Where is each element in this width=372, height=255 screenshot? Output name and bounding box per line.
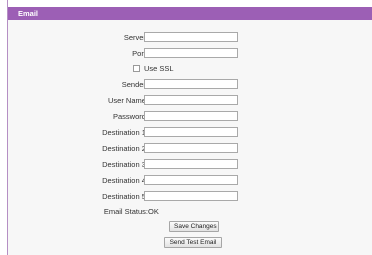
server-row: Server: xyxy=(8,32,372,44)
destination-1-row: Destination 1: xyxy=(8,127,372,139)
destination-1-input[interactable] xyxy=(144,127,238,137)
port-input[interactable] xyxy=(144,48,238,58)
destination-5-label: Destination 5: xyxy=(102,192,148,201)
destination-5-input[interactable] xyxy=(144,191,238,201)
save-changes-button[interactable]: Save Changes xyxy=(169,221,219,232)
email-form: Server: Port: Use SSL Sender: User Name:… xyxy=(8,20,372,255)
destination-1-label: Destination 1: xyxy=(102,128,148,137)
destination-3-input[interactable] xyxy=(144,159,238,169)
username-row: User Name: xyxy=(8,95,372,107)
destination-3-row: Destination 3: xyxy=(8,159,372,171)
password-input[interactable] xyxy=(144,111,238,121)
destination-2-input[interactable] xyxy=(144,143,238,153)
email-status-label: Email Status: xyxy=(103,207,148,216)
email-status-value: OK xyxy=(148,207,159,216)
sender-row: Sender: xyxy=(8,79,372,91)
port-row: Port: xyxy=(8,48,372,60)
username-label: User Name: xyxy=(107,96,148,105)
destination-2-row: Destination 2: xyxy=(8,143,372,155)
password-row: Password: xyxy=(8,111,372,123)
sender-input[interactable] xyxy=(144,79,238,89)
server-input[interactable] xyxy=(144,32,238,42)
use-ssl-checkbox[interactable] xyxy=(133,65,140,72)
destination-5-row: Destination 5: xyxy=(8,191,372,203)
email-panel: Email Server: Port: Use SSL Sender: User… xyxy=(7,0,372,255)
panel-title: Email xyxy=(8,7,372,20)
use-ssl-label: Use SSL xyxy=(144,64,174,73)
destination-3-label: Destination 3: xyxy=(102,160,148,169)
destination-4-row: Destination 4: xyxy=(8,175,372,187)
destination-2-label: Destination 2: xyxy=(102,144,148,153)
send-test-email-button[interactable]: Send Test Email xyxy=(164,237,222,248)
destination-4-input[interactable] xyxy=(144,175,238,185)
destination-4-label: Destination 4: xyxy=(102,176,148,185)
username-input[interactable] xyxy=(144,95,238,105)
password-label: Password: xyxy=(112,112,148,121)
